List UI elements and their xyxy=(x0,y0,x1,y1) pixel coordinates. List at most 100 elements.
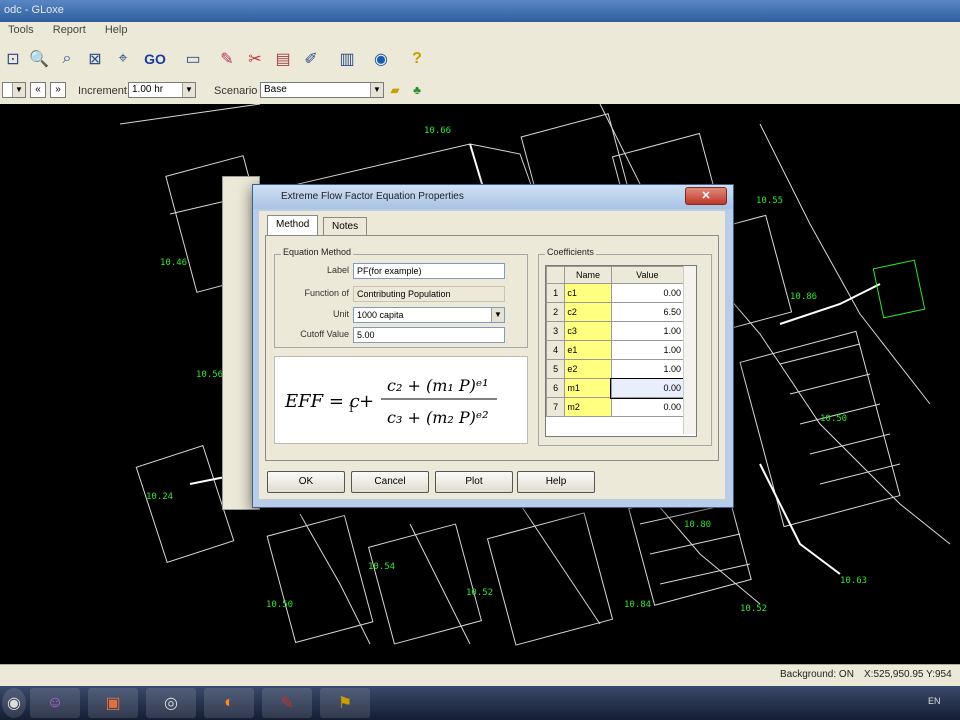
table-row: 4 e1 1.00 xyxy=(545,340,685,360)
label-input-value: PF(for example) xyxy=(357,266,422,276)
os-taskbar: ◉ ☺ ▣ ◎ ◐ ✎ ⚑ EN xyxy=(0,686,960,720)
column-header-value: Value xyxy=(610,266,685,284)
taskbar-app-firefox-icon[interactable]: ◐ xyxy=(204,688,254,718)
dialog-body: Method Notes Equation Method Label PF(fo… xyxy=(259,211,725,499)
go-button[interactable]: GO xyxy=(142,46,168,72)
function-value: Contributing Population xyxy=(357,289,451,299)
coefficient-value-cell[interactable]: 1.00 xyxy=(610,340,685,360)
coefficient-name: c2 xyxy=(564,302,612,322)
report-icon[interactable]: ▥ xyxy=(334,46,360,72)
node-label: 10.86 xyxy=(790,292,818,302)
window-titlebar: odc - GLoxe xyxy=(0,0,960,22)
tray-language[interactable]: EN xyxy=(928,696,941,706)
cancel-button[interactable]: Cancel xyxy=(351,471,429,493)
help-question-icon[interactable]: ? xyxy=(404,46,430,72)
step-forward-button[interactable]: » xyxy=(50,82,66,98)
svg-text:1: 1 xyxy=(348,404,354,415)
table-row: 1 c1 0.00 xyxy=(545,283,685,303)
node-label: 10.24 xyxy=(146,492,174,502)
unit-select[interactable]: 1000 capita ▼ xyxy=(353,307,505,323)
step-back-button[interactable]: « xyxy=(30,82,46,98)
profile-icon[interactable]: ▤ xyxy=(270,46,296,72)
plot-button[interactable]: Plot xyxy=(435,471,513,493)
function-field: Contributing Population xyxy=(353,286,505,302)
equation-formula-image: EFF = c 1 + c₂ + (m₁ P)ᵉ¹ c₃ + (m₂ P)ᵉ² xyxy=(274,356,528,444)
coefficient-value-cell[interactable]: 1.00 xyxy=(610,321,685,341)
tab-method[interactable]: Method xyxy=(267,215,319,236)
taskbar-app-messenger-icon[interactable]: ☺ xyxy=(30,688,80,718)
zoom-in-icon[interactable]: 🔍 xyxy=(26,46,52,72)
coefficient-name: c3 xyxy=(564,321,612,341)
color-coding-icon[interactable]: ✎ xyxy=(214,46,240,72)
node-label: 10.52 xyxy=(466,588,494,598)
zoom-previous-icon[interactable]: ⌖ xyxy=(110,46,136,72)
node-label: 10.63 xyxy=(840,576,868,586)
main-toolbar: ⊡ 🔍 ⌕ ⊠ ⌖ GO ▭ ✎ ✂ ▤ ✐ ▥ ◉ ? xyxy=(0,40,960,79)
node-label: 10.66 xyxy=(424,126,452,136)
svg-text:c₃ + (m₂ P)ᵉ²: c₃ + (m₂ P)ᵉ² xyxy=(387,408,488,427)
tab-notes[interactable]: Notes xyxy=(323,217,368,236)
close-button[interactable]: ✕ xyxy=(685,187,727,205)
zoom-extents-icon[interactable]: ⊠ xyxy=(82,46,108,72)
node-label: 10.54 xyxy=(368,562,396,572)
table-row: 5 e2 1.00 xyxy=(545,359,685,379)
zoom-window-icon[interactable]: ⊡ xyxy=(0,46,26,72)
row-number: 1 xyxy=(545,283,566,303)
increment-select[interactable]: 1.00 hr ▼ xyxy=(128,82,196,98)
time-step-select[interactable]: ▼ xyxy=(2,82,26,98)
taskbar-app-acrobat-icon[interactable]: ✎ xyxy=(262,688,312,718)
help-button[interactable]: Help xyxy=(517,471,595,493)
node-label: 10.52 xyxy=(740,604,768,614)
coefficient-value-cell[interactable]: 1.00 xyxy=(610,359,685,379)
node-label: 10.84 xyxy=(624,600,652,610)
menu-report[interactable]: Report xyxy=(45,22,94,38)
cutoff-value: 5.00 xyxy=(357,330,375,340)
equation-method-group: Equation Method Label PF(for example) Fu… xyxy=(274,247,528,348)
scenario-folder-icon[interactable]: ▰ xyxy=(386,78,404,102)
coefficients-table: Name Value 1 c1 0.00 2 c2 6.50 3 c3 1.00… xyxy=(545,265,697,437)
taskbar-app-powerpoint-icon[interactable]: ▣ xyxy=(88,688,138,718)
globe-icon[interactable]: ◉ xyxy=(368,46,394,72)
coefficient-value-cell[interactable]: 6.50 xyxy=(610,302,685,322)
coefficient-name: e1 xyxy=(564,340,612,360)
scenario-manager-icon[interactable]: ♣ xyxy=(408,78,426,102)
menu-help[interactable]: Help xyxy=(97,22,136,38)
cutoff-caption: Cutoff Value xyxy=(300,329,349,339)
table-row: 6 m1 0.00 xyxy=(545,377,685,399)
scenario-label: Scenario xyxy=(214,85,258,97)
equation-method-heading: Equation Method xyxy=(281,247,354,257)
coefficients-group: Coefficients Name Value 1 c1 0.00 2 c2 6… xyxy=(538,247,712,446)
svg-text:c₂ + (m₁ P)ᵉ¹: c₂ + (m₁ P)ᵉ¹ xyxy=(387,376,488,395)
chevron-down-icon: ▼ xyxy=(182,83,195,97)
zoom-out-icon[interactable]: ⌕ xyxy=(54,46,80,72)
layer-icon[interactable]: ▭ xyxy=(180,46,206,72)
table-scrollbar[interactable] xyxy=(683,266,696,434)
taskbar-app-gis-icon[interactable]: ⚑ xyxy=(320,688,370,718)
annotation-icon[interactable]: ✂ xyxy=(242,46,268,72)
coefficient-value-cell[interactable]: 0.00 xyxy=(610,377,685,399)
coefficient-name: m1 xyxy=(564,378,612,398)
ok-button[interactable]: OK xyxy=(267,471,345,493)
coefficient-name: e2 xyxy=(564,359,612,379)
row-number: 6 xyxy=(545,378,566,398)
pipe-tool-icon[interactable]: ✐ xyxy=(298,46,324,72)
node-label: 10.50 xyxy=(266,600,294,610)
cursor-coordinates: X:525,950.95 Y:954 xyxy=(864,669,952,680)
svg-text:+: + xyxy=(359,391,374,412)
node-label: 10.80 xyxy=(684,520,712,530)
menu-bar: Tools Report Help xyxy=(0,22,960,41)
coefficient-value-cell[interactable]: 0.00 xyxy=(610,397,685,417)
start-button[interactable]: ◉ xyxy=(2,688,26,718)
row-number: 3 xyxy=(545,321,566,341)
taskbar-app-disk-icon[interactable]: ◎ xyxy=(146,688,196,718)
coefficient-name: m2 xyxy=(564,397,612,417)
scenario-value: Base xyxy=(264,84,287,95)
dialog-title: Extreme Flow Factor Equation Properties xyxy=(281,191,464,202)
scenario-select[interactable]: Base ▼ xyxy=(260,82,384,98)
menu-tools[interactable]: Tools xyxy=(0,22,42,38)
node-label: 10.55 xyxy=(756,196,784,206)
cutoff-input[interactable]: 5.00 xyxy=(353,327,505,343)
dialog-titlebar[interactable]: Extreme Flow Factor Equation Properties … xyxy=(253,185,733,209)
coefficient-value-cell[interactable]: 0.00 xyxy=(610,283,685,303)
label-input[interactable]: PF(for example) xyxy=(353,263,505,279)
